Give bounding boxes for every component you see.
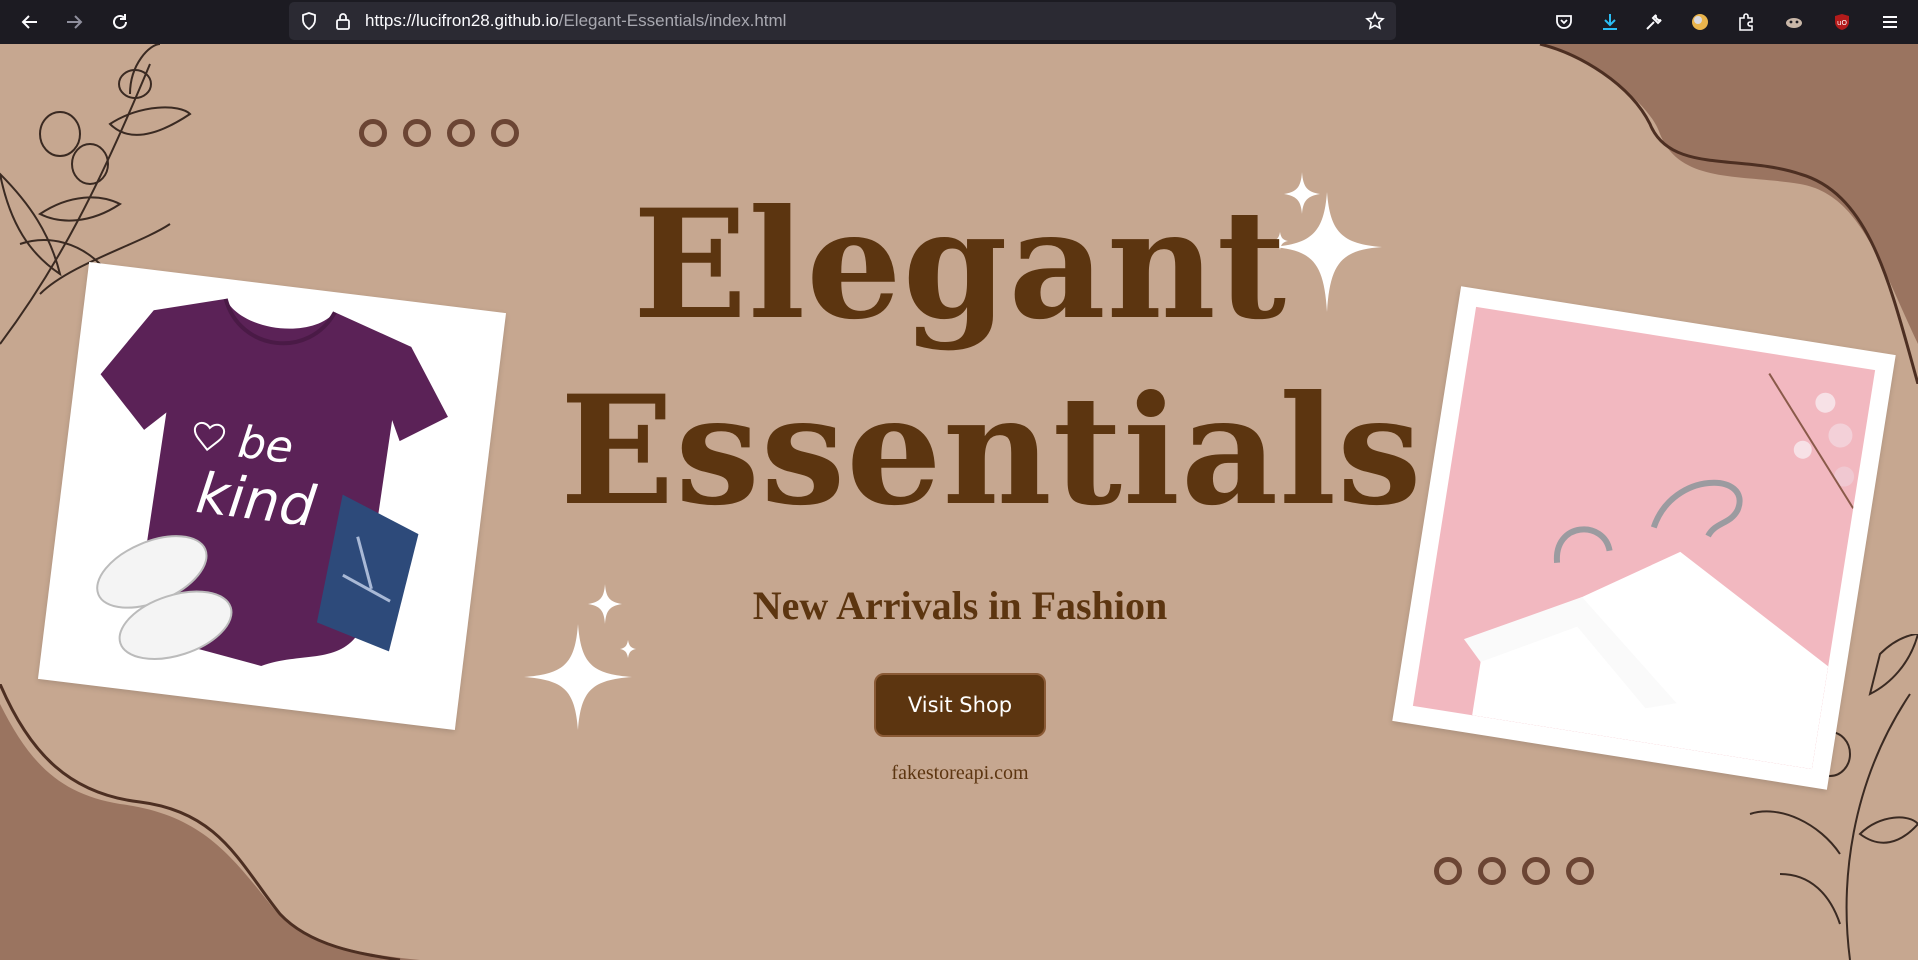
svg-text:uO: uO bbox=[1837, 19, 1847, 27]
menu-button[interactable] bbox=[1874, 6, 1906, 38]
profile-button[interactable] bbox=[1684, 6, 1716, 38]
pocket-button[interactable] bbox=[1548, 6, 1580, 38]
decorative-dot bbox=[491, 119, 519, 147]
browser-toolbar: https://lucifron28.github.io/Elegant-Ess… bbox=[0, 0, 1918, 44]
download-icon bbox=[1603, 14, 1617, 30]
wrench-icon bbox=[1646, 14, 1662, 30]
product-photo-tshirt: be kind bbox=[37, 261, 507, 731]
forward-button[interactable] bbox=[58, 6, 90, 38]
visit-shop-button[interactable]: Visit Shop bbox=[874, 673, 1046, 737]
downloads-button[interactable] bbox=[1594, 6, 1626, 38]
decorative-dot bbox=[1522, 857, 1550, 885]
arrow-left-icon bbox=[21, 15, 37, 29]
profile-avatar-icon bbox=[1692, 14, 1708, 30]
extensions-button[interactable] bbox=[1730, 6, 1762, 38]
decorative-dot bbox=[1434, 857, 1462, 885]
hero-title-line1: Elegant bbox=[632, 177, 1288, 353]
shield-icon[interactable] bbox=[299, 11, 319, 31]
tshirt-illustration: be kind bbox=[96, 298, 448, 666]
decorative-dot bbox=[1566, 857, 1594, 885]
ublock-button[interactable]: uO bbox=[1826, 6, 1858, 38]
bookmark-star-icon[interactable] bbox=[1365, 11, 1385, 31]
decorative-dot bbox=[359, 119, 387, 147]
hero-subtitle: New Arrivals in Fashion bbox=[752, 583, 1168, 628]
decorative-dots-top bbox=[359, 119, 519, 147]
url-text[interactable]: https://lucifron28.github.io/Elegant-Ess… bbox=[365, 11, 786, 31]
product-photo-hangers bbox=[1392, 286, 1896, 790]
ublock-shield-icon: uO bbox=[1835, 14, 1849, 30]
cat-extension-icon bbox=[1786, 18, 1802, 28]
hangers-illustration bbox=[1412, 306, 1876, 770]
arrow-right-icon bbox=[67, 15, 83, 29]
devtools-button[interactable] bbox=[1638, 6, 1670, 38]
url-bar[interactable]: https://lucifron28.github.io/Elegant-Ess… bbox=[289, 2, 1396, 40]
decorative-dot bbox=[447, 119, 475, 147]
api-credit-text: fakestoreapi.com bbox=[891, 762, 1029, 784]
hero-section: be kind Elegant Essentials New Arrivals … bbox=[0, 44, 1918, 960]
extension-cat-button[interactable] bbox=[1778, 6, 1810, 38]
decorative-dot bbox=[1478, 857, 1506, 885]
tshirt-print-line1: be bbox=[235, 417, 296, 474]
reload-button[interactable] bbox=[104, 6, 136, 38]
decorative-dots-bottom bbox=[1434, 857, 1594, 885]
hero-title-line2: Essentials bbox=[560, 363, 1423, 539]
puzzle-icon bbox=[1739, 13, 1753, 31]
pocket-icon bbox=[1556, 15, 1572, 29]
decorative-dot bbox=[403, 119, 431, 147]
back-button[interactable] bbox=[14, 6, 46, 38]
lock-icon[interactable] bbox=[333, 11, 353, 31]
url-host: https://lucifron28.github.io bbox=[365, 11, 559, 30]
url-path: /Elegant-Essentials/index.html bbox=[558, 11, 787, 30]
reload-icon bbox=[113, 14, 127, 29]
decorative-blob-bottom-left bbox=[0, 684, 420, 960]
hamburger-menu-icon bbox=[1883, 16, 1897, 28]
